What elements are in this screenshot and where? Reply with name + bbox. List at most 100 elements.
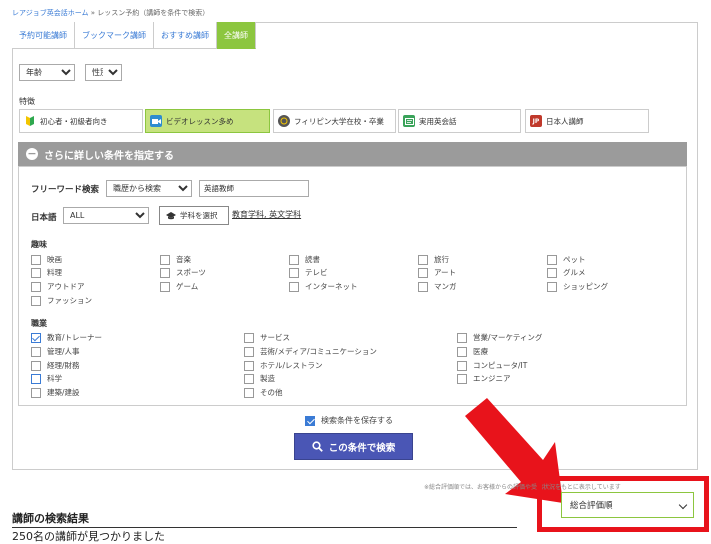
japanese-level-select[interactable]: ALL <box>63 207 149 224</box>
feature-practical-conversation[interactable]: 実用英会話 <box>398 109 521 133</box>
freeword-scope-select[interactable]: 職歴から検索 <box>106 180 192 197</box>
save-condition-checkbox[interactable] <box>305 416 315 426</box>
job-label: 職業 <box>31 319 47 328</box>
hobby-checkbox-pet[interactable] <box>547 255 557 265</box>
hobby-label-sports: スポーツ <box>176 268 206 277</box>
gender-select[interactable]: 性別 <box>85 64 122 81</box>
tab-all-tutors[interactable]: 全講師 <box>217 22 256 49</box>
job-label-it: コンピュータ/IT <box>473 361 528 370</box>
hobby-checkbox-cooking[interactable] <box>31 268 41 278</box>
japanese-label: 日本語 <box>31 213 57 223</box>
select-subject-label: 学科を選択 <box>180 211 218 220</box>
job-checkbox-other[interactable] <box>244 388 254 398</box>
job-label-science: 科学 <box>47 374 62 383</box>
search-icon <box>312 441 323 452</box>
tab-bookmark-tutors[interactable]: ブックマーク講師 <box>75 22 154 49</box>
job-label-manufacturing: 製造 <box>260 374 275 383</box>
age-select[interactable]: 年齢 <box>19 64 75 81</box>
job-checkbox-manufacturing[interactable] <box>244 374 254 384</box>
breadcrumb-current: レッスン予約（講師を条件で検索） <box>97 9 210 17</box>
hobby-checkbox-game[interactable] <box>160 282 170 292</box>
job-label-management: 管理/人事 <box>47 347 80 356</box>
job-label-sales: 営業/マーケティング <box>473 333 543 342</box>
job-checkbox-service[interactable] <box>244 333 254 343</box>
tab-available-tutors[interactable]: 予約可能講師 <box>12 22 75 49</box>
job-checkbox-medical[interactable] <box>457 347 467 357</box>
select-subject-button[interactable]: 学科を選択 <box>159 206 229 225</box>
job-checkbox-education[interactable] <box>31 333 41 343</box>
hobby-checkbox-movie[interactable] <box>31 255 41 265</box>
job-checkbox-construction[interactable] <box>31 388 41 398</box>
feature-japanese-tutor[interactable]: JP 日本人講師 <box>525 109 649 133</box>
feature-label: 初心者・初級者向き <box>40 116 108 126</box>
hobby-checkbox-reading[interactable] <box>289 255 299 265</box>
freeword-input[interactable] <box>199 180 309 197</box>
job-checkbox-it[interactable] <box>457 361 467 371</box>
hobby-checkbox-music[interactable] <box>160 255 170 265</box>
breadcrumb-home-link[interactable]: レアジョブ英会話ホーム <box>12 9 89 17</box>
hobby-label-manga: マンガ <box>434 282 457 291</box>
feature-video-lessons[interactable]: ビデオレッスン多め <box>145 109 270 133</box>
search-button-label: この条件で検索 <box>328 442 396 454</box>
annotation-highlight-box <box>537 476 709 532</box>
job-checkbox-science[interactable] <box>31 374 41 384</box>
job-label-arts-media: 芸術/メディア/コミュニケーション <box>260 347 377 356</box>
hobby-label: 趣味 <box>31 240 47 249</box>
hobby-checkbox-outdoor[interactable] <box>31 282 41 292</box>
conversation-icon <box>403 115 415 127</box>
freeword-label: フリーワード検索 <box>31 185 100 195</box>
job-label-service: サービス <box>260 333 290 342</box>
feature-label: 実用英会話 <box>419 116 457 126</box>
hobby-label-cooking: 料理 <box>47 268 62 277</box>
feature-up-graduate[interactable]: フィリピン大学在校・卒業 <box>273 109 396 133</box>
hobby-label-reading: 読書 <box>305 255 320 264</box>
hobby-checkbox-art[interactable] <box>418 268 428 278</box>
job-checkbox-hotel[interactable] <box>244 361 254 371</box>
hobby-checkbox-shopping[interactable] <box>547 282 557 292</box>
job-label-engineer: エンジニア <box>473 374 511 383</box>
hobby-checkbox-manga[interactable] <box>418 282 428 292</box>
hobby-label-travel: 旅行 <box>434 255 449 264</box>
beginner-leaf-icon <box>24 115 36 127</box>
feature-label: ビデオレッスン多め <box>166 116 234 126</box>
job-label-accounting: 経理/財務 <box>47 361 80 370</box>
hobby-checkbox-gourmet[interactable] <box>547 268 557 278</box>
breadcrumb: レアジョブ英会話ホーム » レッスン予約（講師を条件で検索） <box>12 8 209 18</box>
save-condition-label: 検索条件を保存する <box>321 416 393 425</box>
hobby-label-pet: ペット <box>563 255 586 264</box>
hobby-label-outdoor: アウトドア <box>47 282 85 291</box>
job-checkbox-accounting[interactable] <box>31 361 41 371</box>
hobby-label-movie: 映画 <box>47 255 62 264</box>
hobby-label-shopping: ショッピング <box>563 282 608 291</box>
tutor-tabs: 予約可能講師 ブックマーク講師 おすすめ講師 全講師 <box>12 22 256 50</box>
hobby-checkbox-travel[interactable] <box>418 255 428 265</box>
hobby-checkbox-internet[interactable] <box>289 282 299 292</box>
university-seal-icon <box>278 115 290 127</box>
hobby-label-game: ゲーム <box>176 282 199 291</box>
job-label-education: 教育/トレーナー <box>47 333 103 342</box>
video-camera-icon <box>150 115 162 127</box>
hobby-checkbox-fashion[interactable] <box>31 296 41 306</box>
collapse-minus-icon: − <box>26 147 38 160</box>
hobby-label-tv: テレビ <box>305 268 328 277</box>
hobby-checkbox-sports[interactable] <box>160 268 170 278</box>
graduation-cap-icon <box>166 211 176 219</box>
breadcrumb-separator: » <box>88 9 98 17</box>
hobby-checkbox-tv[interactable] <box>289 268 299 278</box>
job-checkbox-engineer[interactable] <box>457 374 467 384</box>
hobby-label-music: 音楽 <box>176 255 191 264</box>
job-label-other: その他 <box>260 388 283 397</box>
detail-conditions-toggle[interactable]: − さらに詳しい条件を指定する <box>18 142 687 166</box>
hobby-label-art: アート <box>434 268 457 277</box>
tab-recommended-tutors[interactable]: おすすめ講師 <box>154 22 217 49</box>
job-checkbox-sales[interactable] <box>457 333 467 343</box>
jp-badge-icon: JP <box>530 115 542 127</box>
hobby-label-fashion: ファッション <box>47 296 92 305</box>
job-checkbox-arts-media[interactable] <box>244 347 254 357</box>
job-label-medical: 医療 <box>473 347 488 356</box>
feature-label: フィリピン大学在校・卒業 <box>294 116 384 126</box>
job-label-construction: 建築/建設 <box>47 388 80 397</box>
job-checkbox-management[interactable] <box>31 347 41 357</box>
feature-beginner[interactable]: 初心者・初級者向き <box>19 109 143 133</box>
features-label: 特徴 <box>19 97 35 106</box>
